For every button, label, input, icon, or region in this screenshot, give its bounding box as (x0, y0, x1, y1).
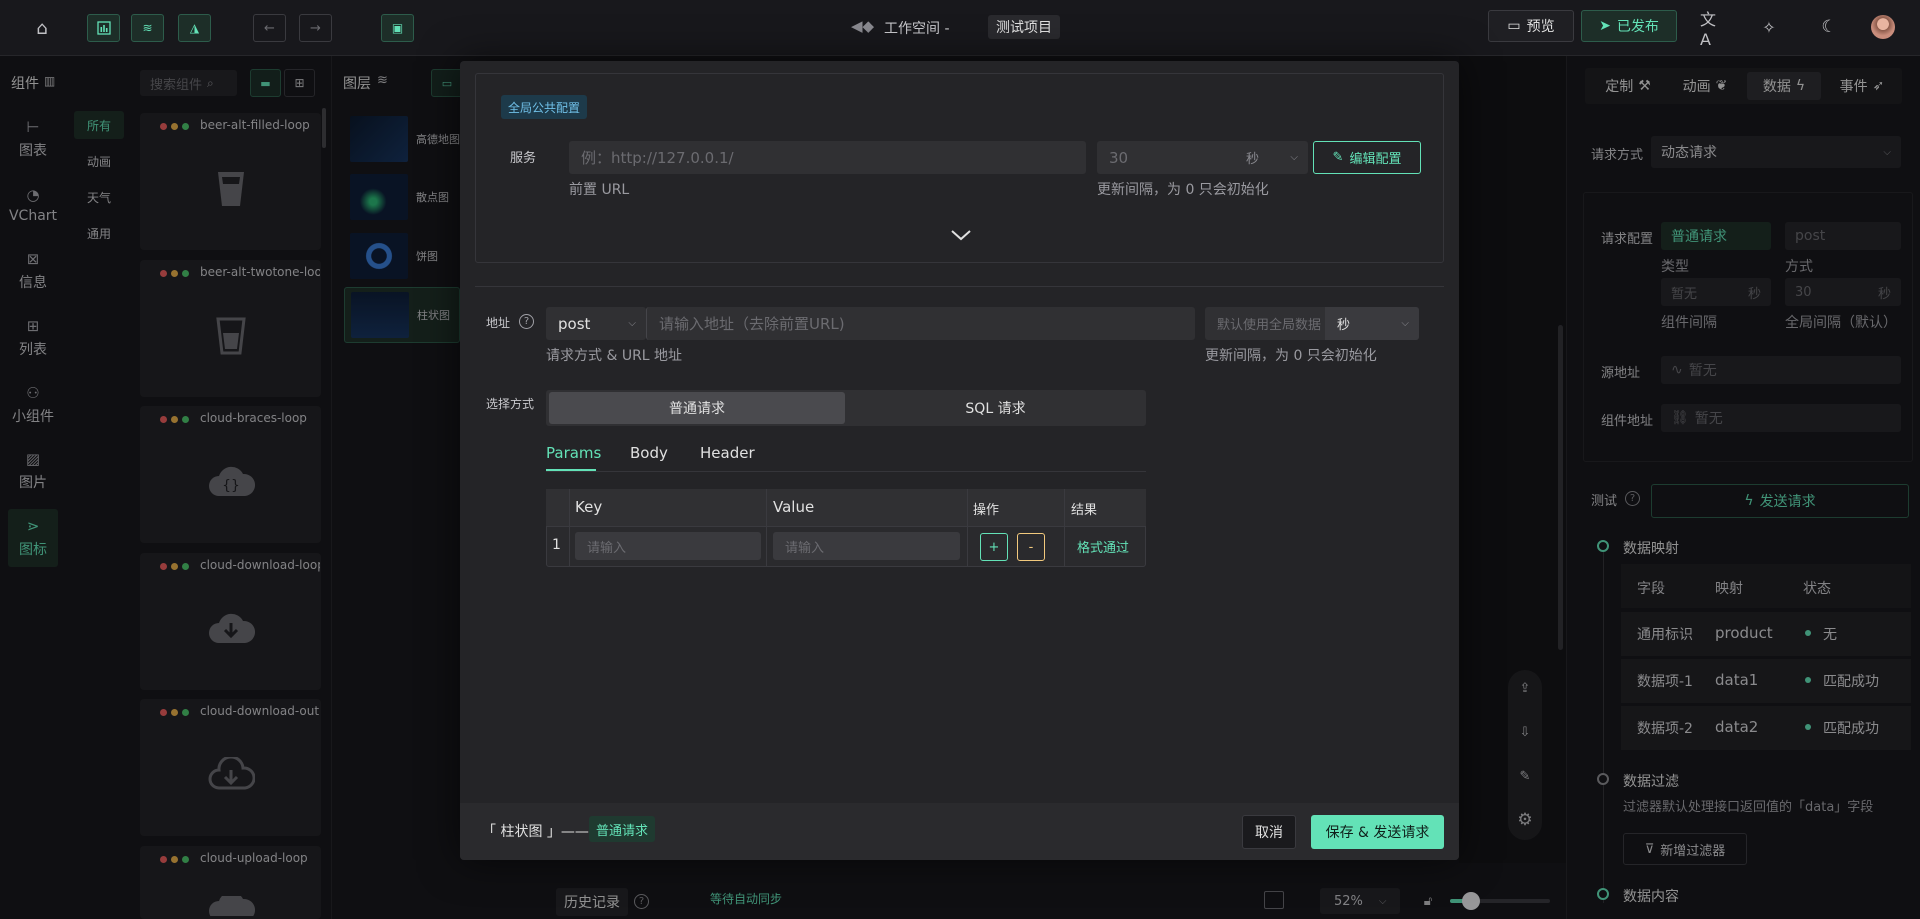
button-label: 编辑配置 (1349, 152, 1402, 167)
component-interval-input[interactable]: 默认使用全局数据秒 ⌵ (1205, 307, 1419, 340)
workspace-label: 工作空间 - (884, 21, 950, 37)
preview-button[interactable]: ▭ 预览 (1488, 10, 1574, 42)
value-input[interactable]: 请输入 (773, 532, 960, 560)
column-header: Value (773, 498, 815, 516)
publish-button[interactable]: ➤ 已发布 (1581, 10, 1677, 42)
divider (569, 489, 570, 567)
paint-icon[interactable]: ◮ (178, 14, 211, 42)
layers-icon[interactable]: ≋ (131, 14, 164, 42)
component-interval-hint: 更新间隔，为 0 只会初始化 (1205, 348, 1377, 364)
publish-label: 已发布 (1616, 19, 1659, 35)
project-name[interactable]: 测试项目 (988, 15, 1060, 39)
service-url-input[interactable]: 例：http://127.0.0.1/ (569, 141, 1086, 174)
unit-label: 秒 (1246, 152, 1260, 167)
interval-hint: 更新间隔，为 0 只会初始化 (1097, 182, 1269, 198)
help-icon[interactable]: ? (519, 314, 534, 329)
chevron-down-icon: ⌵ (1401, 318, 1409, 329)
magic-icon[interactable]: ✧ (1758, 16, 1780, 38)
input-placeholder: 默认使用全局数据 (1217, 318, 1322, 333)
mode-sql-button[interactable]: SQL 请求 (848, 392, 1143, 424)
chevron-down-icon[interactable] (950, 227, 972, 243)
request-config-modal: 全局公共配置 服务 例：http://127.0.0.1/ 前置 URL 30 秒… (460, 61, 1459, 860)
cancel-button[interactable]: 取消 (1242, 815, 1296, 849)
address-label: 地址 (486, 316, 511, 330)
save-send-button[interactable]: 保存 & 发送请求 (1311, 815, 1444, 849)
home-icon[interactable]: ⌂ (30, 16, 54, 40)
remove-row-button[interactable]: - (1017, 533, 1045, 561)
translate-icon[interactable]: 文A (1700, 10, 1722, 49)
mode-label: 选择方式 (486, 397, 535, 411)
service-hint: 前置 URL (569, 182, 630, 198)
edit-config-button[interactable]: ✎ 编辑配置 (1313, 141, 1421, 174)
add-row-button[interactable]: + (980, 533, 1008, 561)
preview-label: 预览 (1526, 19, 1555, 35)
moon-icon[interactable]: ☾ (1818, 16, 1840, 38)
interval-input[interactable]: 30 秒 ⌵ (1097, 141, 1308, 174)
column-header: 操作 (973, 503, 1000, 518)
pencil-icon: ✎ (1332, 150, 1344, 165)
divider (766, 489, 767, 567)
tab-header[interactable]: Header (700, 444, 755, 462)
divider (546, 471, 1146, 472)
divider (967, 489, 968, 567)
preview-icon: ▭ (1507, 18, 1521, 34)
avatar[interactable] (1871, 15, 1895, 39)
service-label: 服务 (510, 151, 537, 166)
tab-params[interactable]: Params (546, 444, 601, 462)
top-bar: ⌂ ≋ ◮ ← → ▣ ◀◆ 工作空间 - 测试项目 ▭ 预览 ➤ 已发布 文A… (0, 0, 1920, 56)
select-value: post (558, 314, 591, 333)
column-header: 结果 (1071, 503, 1098, 518)
key-input[interactable]: 请输入 (575, 532, 761, 560)
divider (475, 286, 1444, 287)
url-hint: 请求方式 & URL 地址 (546, 348, 683, 364)
undo-icon[interactable]: ← (253, 14, 286, 42)
mode-normal-button[interactable]: 普通请求 (549, 392, 845, 424)
chevron-down-icon: ⌵ (1290, 152, 1298, 163)
global-config-tag: 全局公共配置 (501, 95, 588, 119)
chevron-down-icon: ⌵ (628, 318, 636, 329)
unit-label: 秒 (1337, 318, 1351, 333)
redo-icon[interactable]: → (299, 14, 332, 42)
divider (1064, 489, 1065, 567)
fish-logo-icon: ◀◆ (851, 17, 875, 35)
column-header: Key (575, 498, 603, 516)
chart-bar-icon[interactable] (87, 14, 120, 42)
url-input[interactable]: 请输入地址（去除前置URL) (646, 307, 1195, 340)
row-index: 1 (552, 537, 561, 553)
table-header (546, 489, 1146, 527)
footer-component-name: 「 柱状图 」—— (482, 824, 589, 840)
unit-select[interactable]: 秒 ⌵ (1325, 307, 1419, 340)
send-icon: ➤ (1599, 18, 1611, 34)
input-value: 30 (1109, 148, 1129, 167)
save-icon[interactable]: ▣ (381, 14, 414, 42)
footer-request-tag: 普通请求 (589, 816, 656, 842)
result-text: 格式通过 (1077, 541, 1130, 556)
method-select[interactable]: post ⌵ (546, 307, 646, 340)
tab-body[interactable]: Body (630, 444, 668, 462)
